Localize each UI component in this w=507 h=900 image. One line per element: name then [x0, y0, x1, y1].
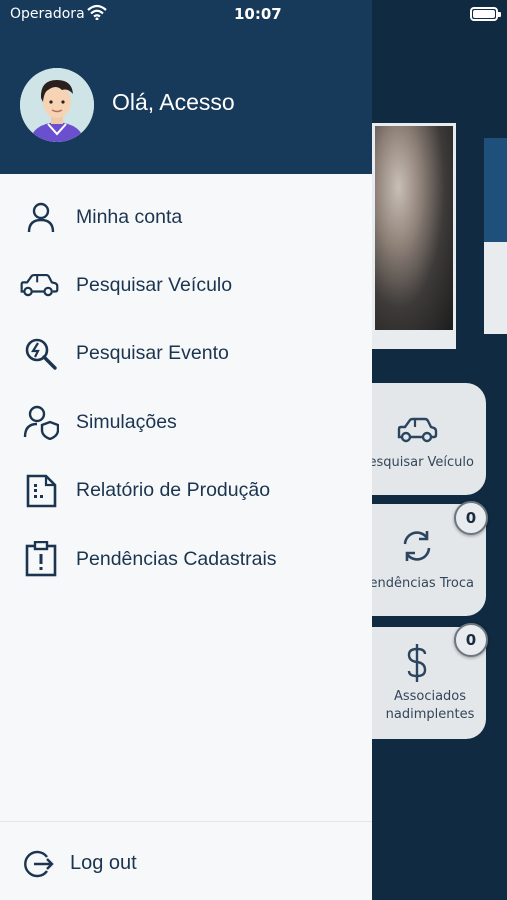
menu-item-simulacoes[interactable]: Simulações — [0, 388, 372, 456]
notification-badge: 0 — [454, 501, 488, 535]
car-icon — [18, 266, 60, 306]
navigation-drawer: Olá, Acesso Minha conta Pesquisar Veícul… — [0, 0, 372, 900]
menu-item-label: Pesquisar Evento — [76, 342, 229, 365]
clipboard-alert-icon — [20, 539, 62, 579]
menu-item-label: Simulações — [76, 410, 177, 433]
logout-icon — [22, 848, 56, 882]
status-bar: Operadora 10:07 — [0, 0, 507, 28]
car-icon — [394, 411, 440, 451]
menu-item-pesquisar-evento[interactable]: Pesquisar Evento — [0, 320, 372, 388]
dollar-icon — [394, 643, 440, 683]
menu-item-label: Minha conta — [76, 205, 183, 228]
menu-item-minha-conta[interactable]: Minha conta — [0, 183, 372, 251]
menu-item-label: Relatório de Produção — [76, 479, 271, 502]
refresh-icon — [394, 526, 440, 566]
divider — [0, 821, 372, 822]
banner-photo — [372, 123, 456, 349]
banner-card — [484, 138, 507, 334]
menu-item-label: Pendências Cadastrais — [76, 547, 277, 570]
greeting-text: Olá, Acesso — [112, 89, 235, 115]
logout-label: Log out — [70, 852, 137, 874]
document-icon — [20, 471, 62, 511]
menu-item-relatorio-producao[interactable]: Relatório de Produção — [0, 457, 372, 525]
user-shield-icon — [20, 402, 62, 442]
status-time: 10:07 — [234, 5, 282, 23]
drawer-menu: Minha conta Pesquisar Veículo Pesquisar … — [0, 183, 372, 593]
menu-item-pesquisar-veiculo[interactable]: Pesquisar Veículo — [0, 251, 372, 319]
menu-item-pendencias-cadastrais[interactable]: Pendências Cadastrais — [0, 525, 372, 593]
menu-item-label: Pesquisar Veículo — [76, 274, 233, 297]
search-event-icon — [20, 334, 62, 374]
carrier-name: Operadora — [10, 6, 85, 22]
notification-badge: 0 — [454, 623, 488, 657]
wifi-icon — [87, 4, 107, 24]
avatar[interactable] — [20, 68, 94, 142]
logout-button[interactable]: Log out — [0, 840, 372, 890]
battery-icon — [470, 7, 501, 21]
user-icon — [20, 197, 62, 237]
